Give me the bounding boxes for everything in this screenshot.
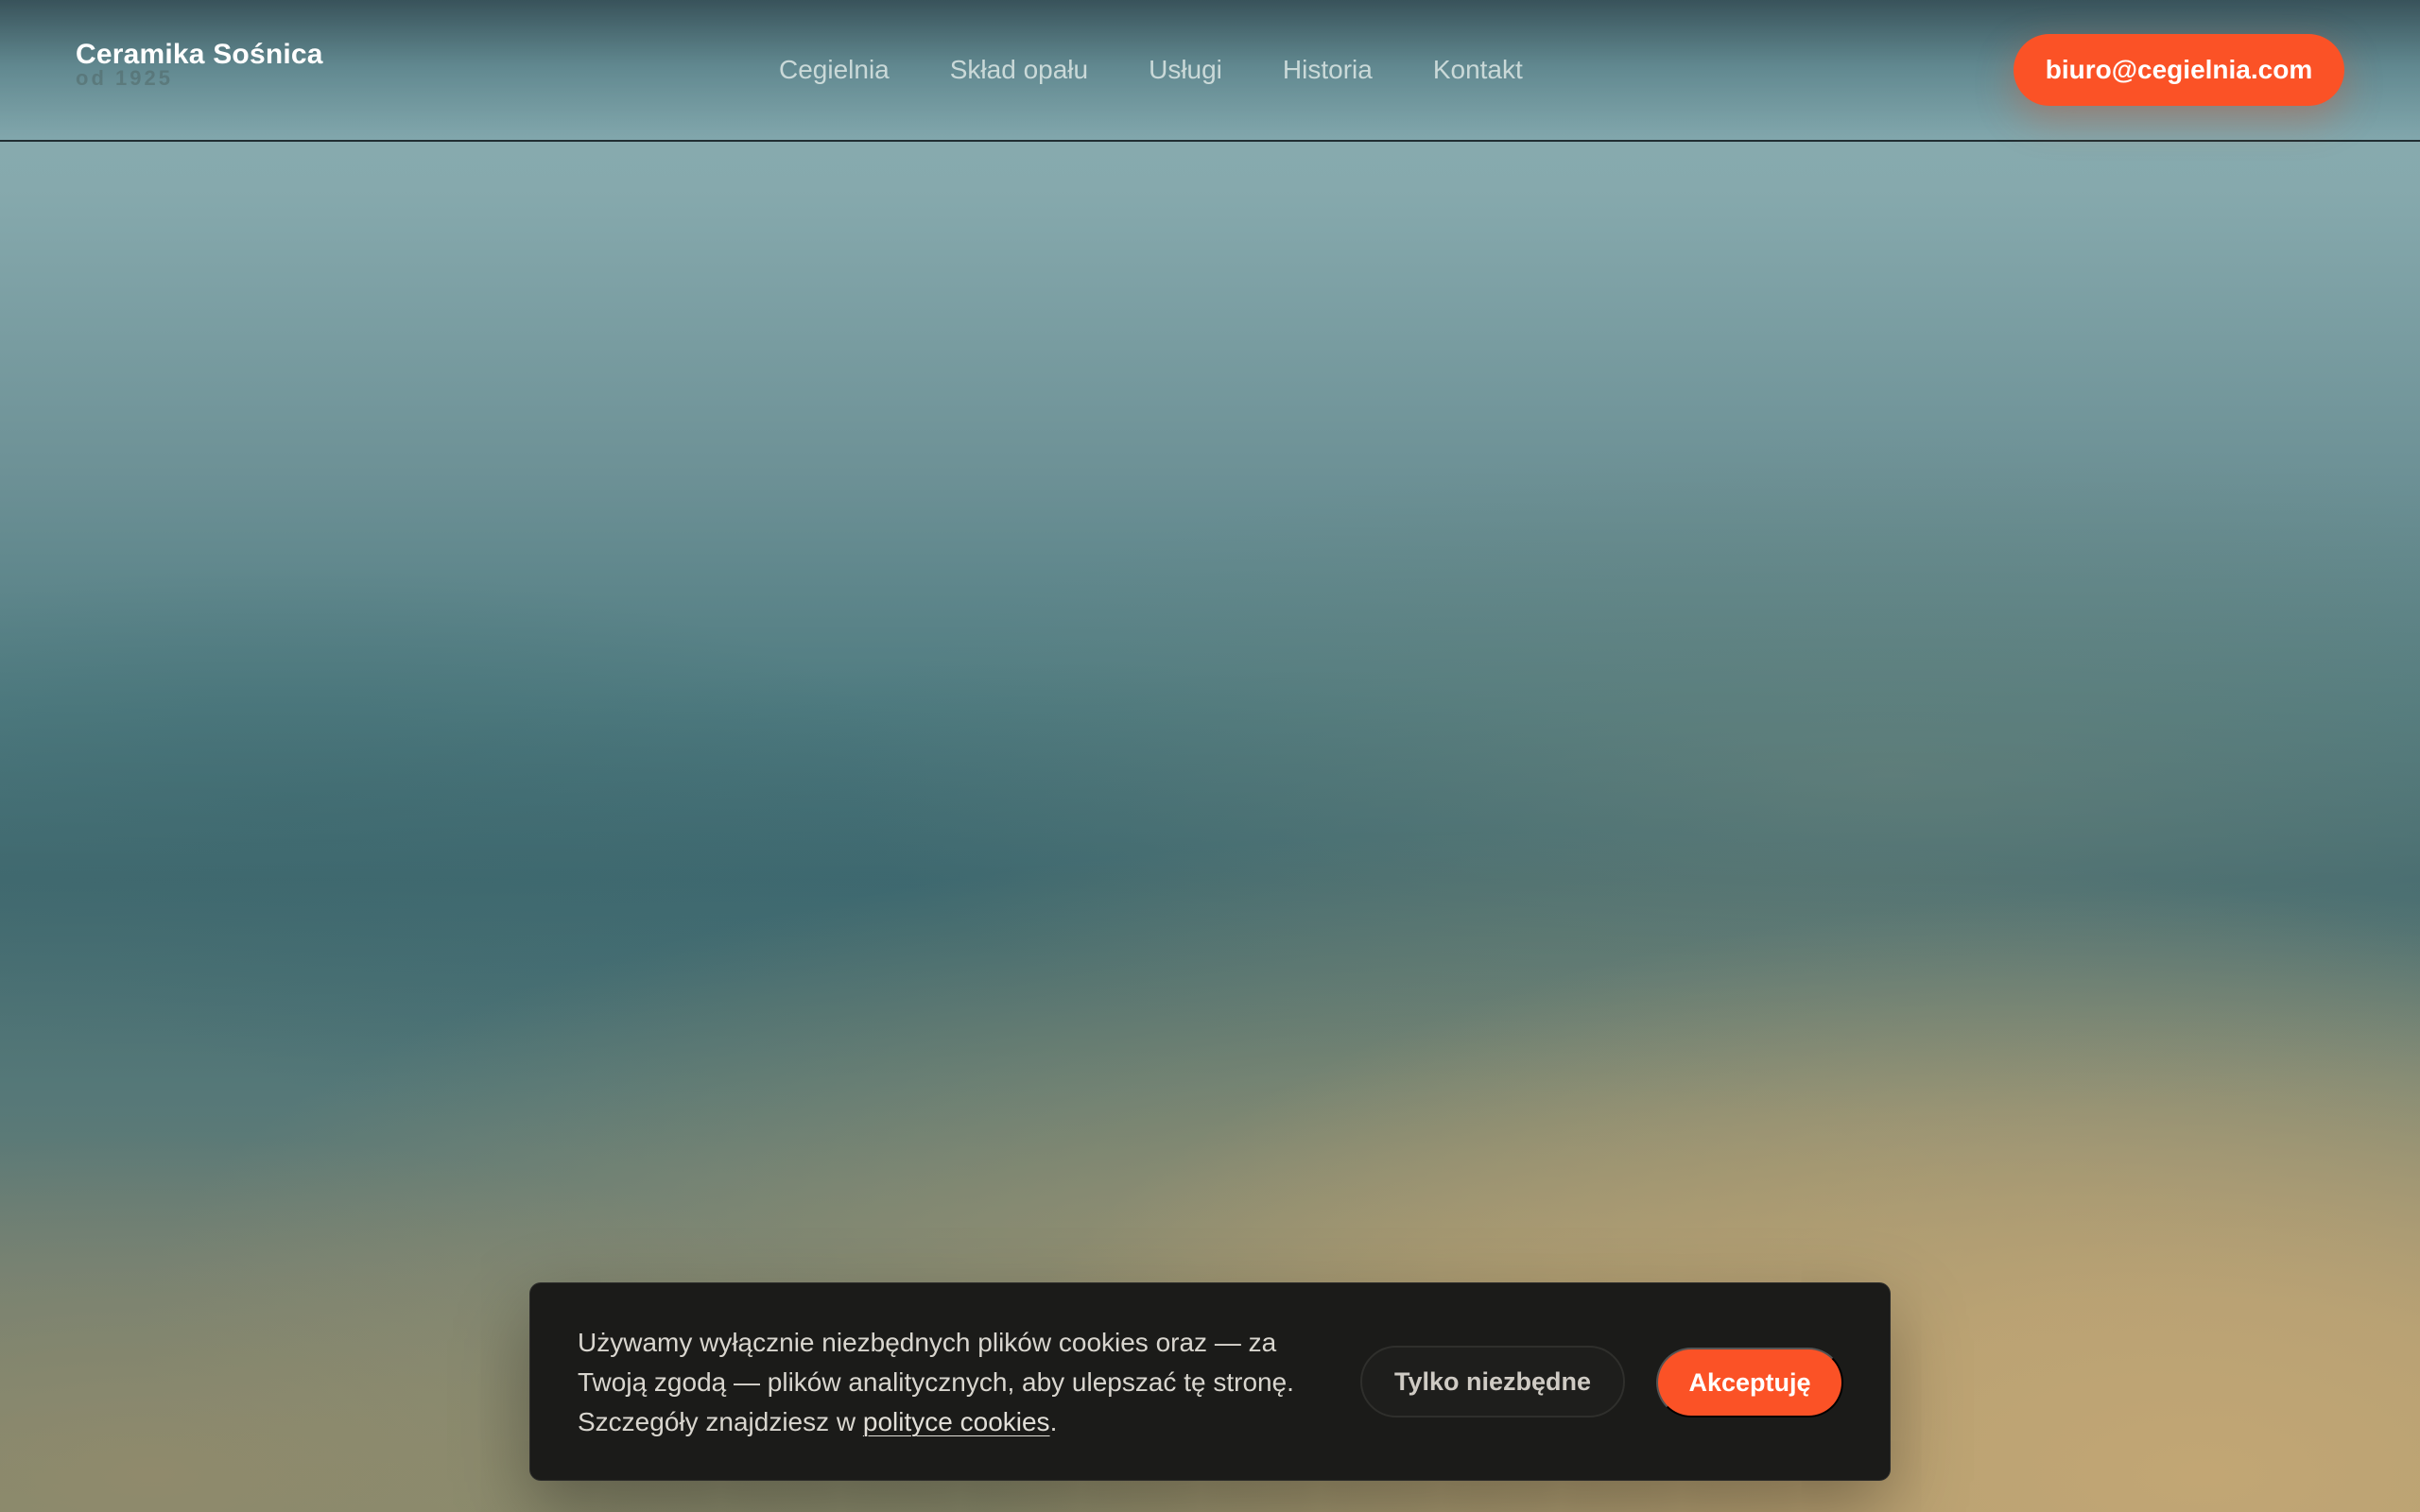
accept-cookies-button[interactable]: Akceptuję xyxy=(1656,1348,1843,1418)
necessary-only-button[interactable]: Tylko niezbędne xyxy=(1360,1346,1625,1418)
nav-link-historia[interactable]: Historia xyxy=(1283,51,1373,89)
site-header: Ceramika Sośnica od 1925 Cegielnia Skład… xyxy=(0,0,2420,142)
main-nav: Cegielnia Skład opału Usługi Historia Ko… xyxy=(779,51,1523,89)
cookie-message-end: . xyxy=(1049,1407,1058,1436)
nav-link-cegielnia[interactable]: Cegielnia xyxy=(779,51,890,89)
nav-link-kontakt[interactable]: Kontakt xyxy=(1433,51,1523,89)
email-contact-button[interactable]: biuro@cegielnia.com xyxy=(2014,34,2344,106)
cookie-message: Używamy wyłącznie niezbędnych plików coo… xyxy=(578,1323,1334,1442)
cookie-policy-link[interactable]: polityce cookies xyxy=(863,1407,1050,1436)
brand-logo[interactable]: Ceramika Sośnica od 1925 xyxy=(76,36,323,89)
nav-link-uslugi[interactable]: Usługi xyxy=(1149,51,1222,89)
cookie-banner: Używamy wyłącznie niezbędnych plików coo… xyxy=(529,1282,1891,1481)
nav-link-sklad-opalu[interactable]: Skład opału xyxy=(950,51,1088,89)
